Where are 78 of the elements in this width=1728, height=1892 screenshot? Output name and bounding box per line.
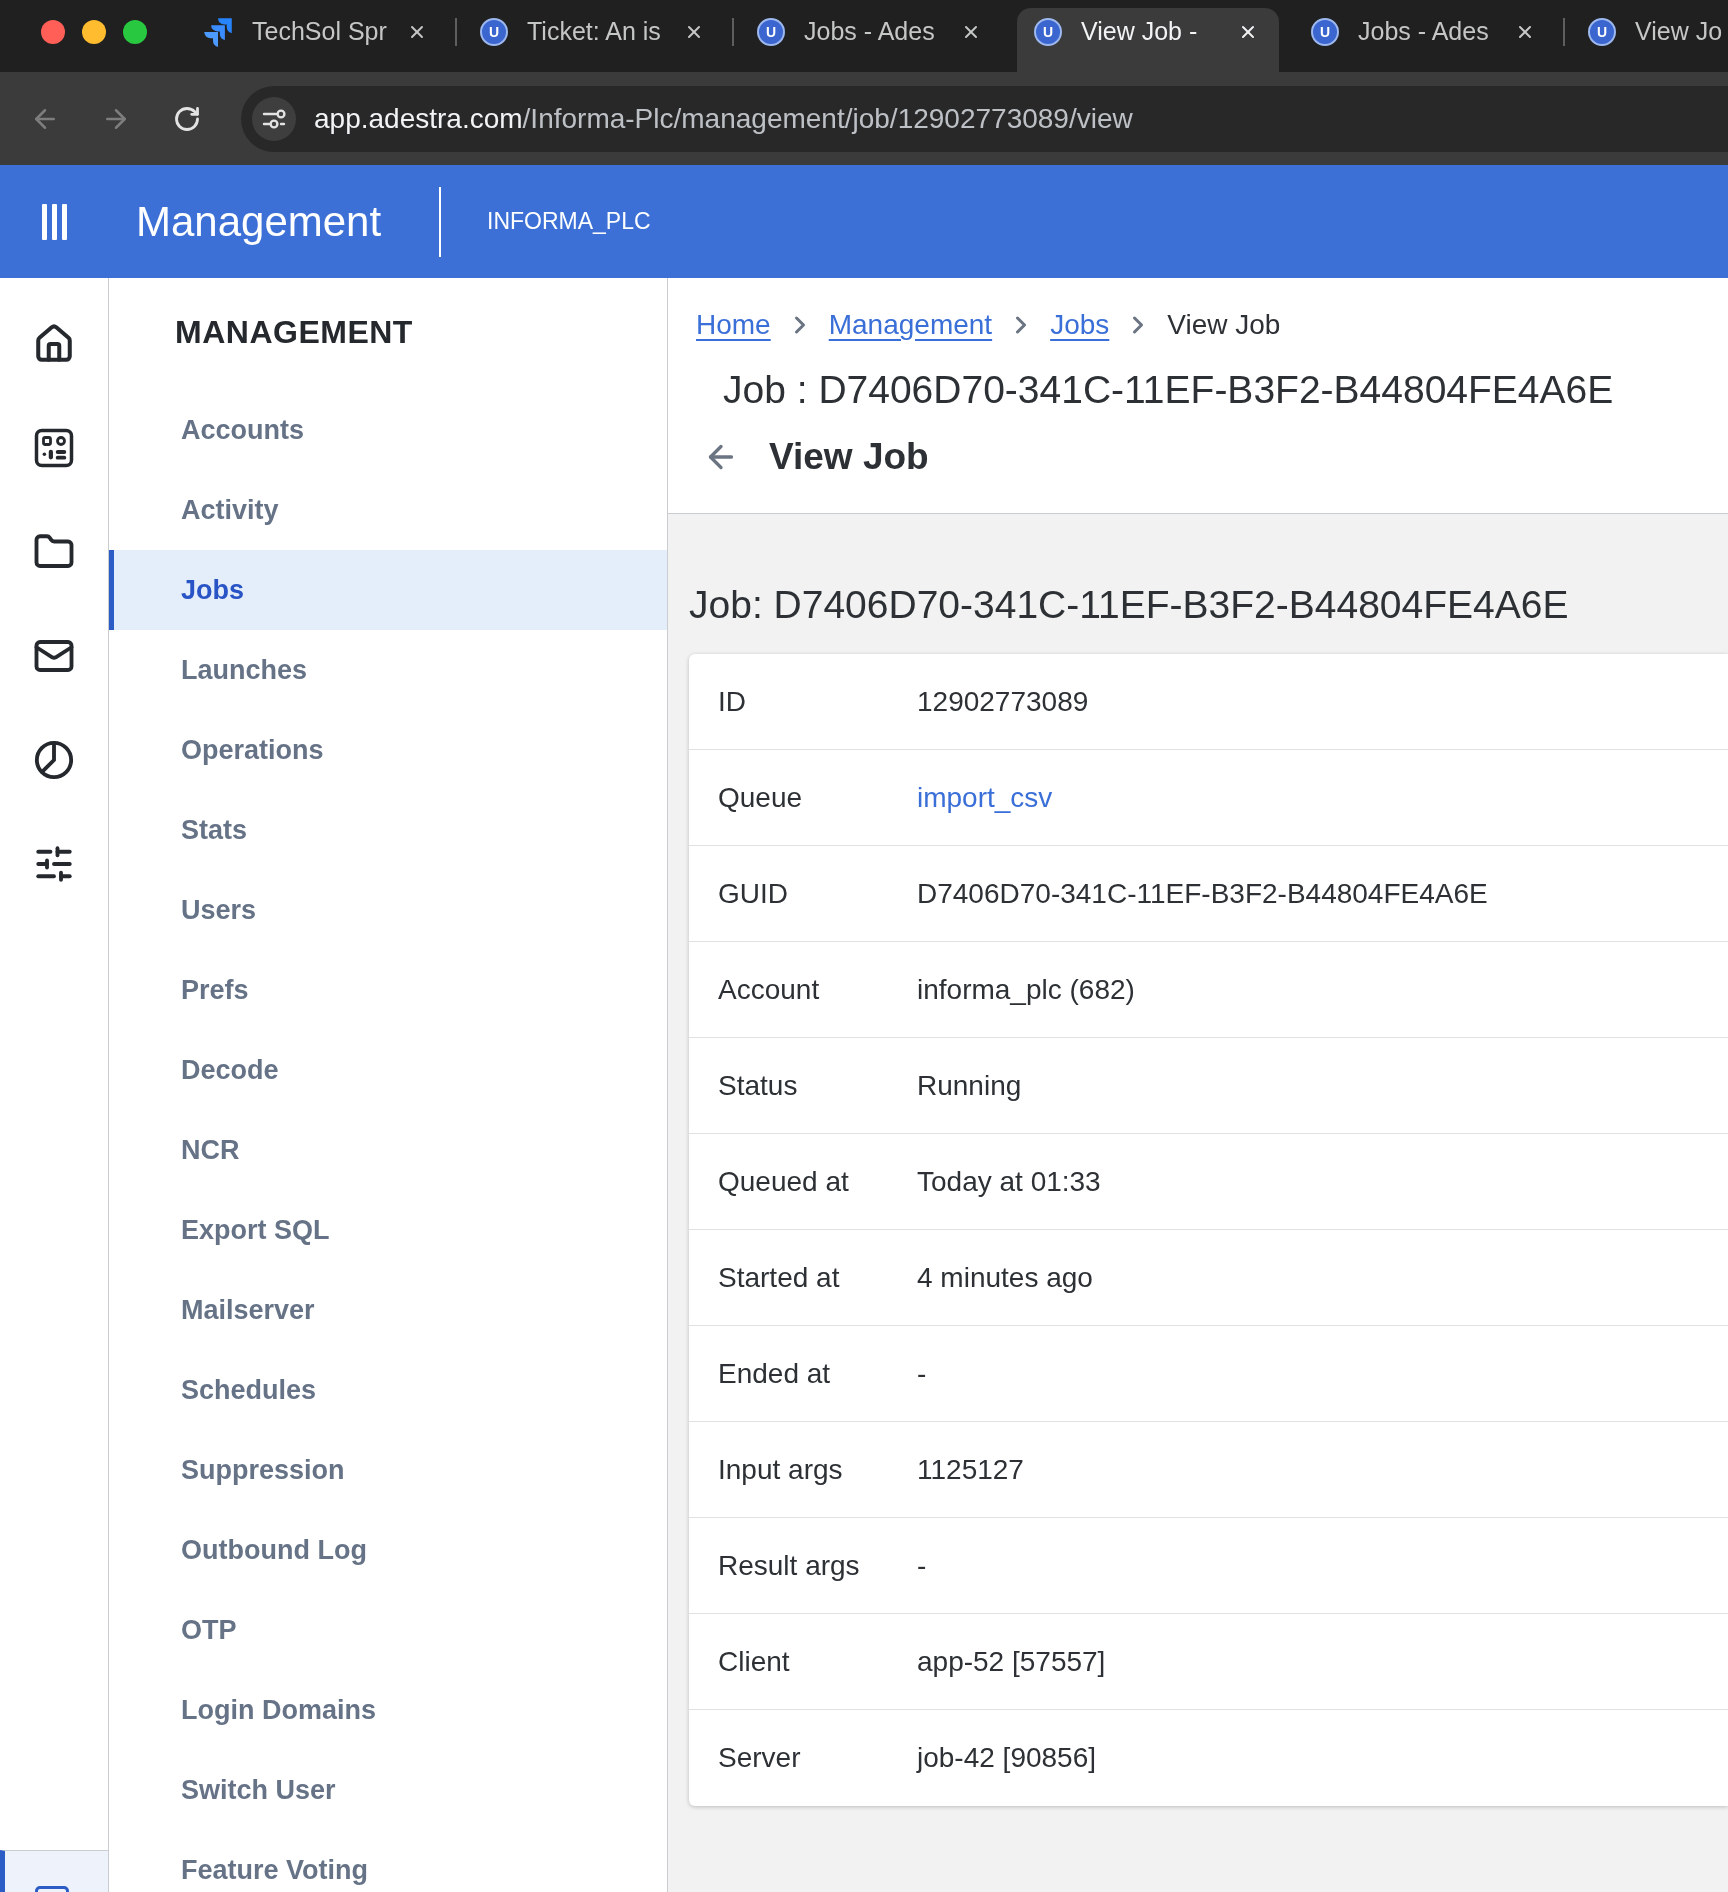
home-icon[interactable] — [33, 323, 75, 365]
detail-label: Result args — [718, 1549, 860, 1581]
page-title: Job : D7406D70-341C-11EF-B3F2-B44804FE4A6E — [723, 368, 1614, 411]
sidebar-item[interactable]: Operations — [109, 710, 667, 790]
sidebar-item[interactable]: Accounts — [109, 390, 667, 470]
detail-label: Client — [718, 1645, 790, 1677]
detail-label: Started at — [718, 1261, 840, 1293]
browser-tab[interactable]: U Jobs - Ades — [740, 8, 1002, 72]
breadcrumb-link[interactable]: Management — [828, 304, 993, 346]
sidebar-item[interactable]: Schedules — [109, 1350, 667, 1430]
sidebar-item[interactable]: Users — [109, 870, 667, 950]
sidebar-item[interactable]: Prefs — [109, 950, 667, 1030]
sidebar-heading: MANAGEMENT — [174, 313, 413, 352]
breadcrumb-current: View Job — [1167, 308, 1281, 342]
browser-tab[interactable]: U View Jo — [1571, 8, 1728, 72]
sidebar-item[interactable]: NCR — [109, 1110, 667, 1190]
sidebar-item[interactable]: Switch User — [109, 1750, 667, 1830]
detail-value: - — [917, 1548, 927, 1583]
sidebar-item[interactable]: Stats — [109, 790, 667, 870]
sidebar-item[interactable]: Export SQL — [109, 1190, 667, 1270]
detail-value: informa_plc (682) — [917, 972, 1135, 1007]
browser-tab[interactable]: U View Job - — [1017, 8, 1279, 72]
reload-icon[interactable] — [173, 104, 201, 133]
favicon-letter: U — [757, 18, 785, 46]
detail-link[interactable]: import_csv — [917, 776, 1053, 819]
breadcrumb-link[interactable]: Jobs — [1050, 304, 1110, 346]
arrows-logo-icon — [203, 17, 233, 47]
browser-tab[interactable]: TechSol Spr — [186, 8, 448, 72]
window-minimize-icon[interactable] — [82, 20, 106, 44]
detail-label: Queue — [718, 781, 803, 813]
detail-value: 4 minutes ago — [917, 1260, 1093, 1295]
browser-tab[interactable]: U Ticket: An is — [463, 8, 725, 72]
url-path: /Informa-Plc/management/job/12902773089/view — [522, 101, 1133, 136]
dashboard-icon[interactable] — [33, 427, 75, 469]
sidebar-item[interactable]: Mailserver — [109, 1270, 667, 1350]
sidebar-item[interactable]: Activity — [109, 470, 667, 550]
sidebar-item[interactable]: Suppression — [109, 1430, 667, 1510]
detail-label: Account — [718, 973, 820, 1005]
sidebar-item[interactable]: Login Domains — [109, 1670, 667, 1750]
detail-label: Queued at — [718, 1165, 849, 1197]
detail-label: GUID — [718, 877, 788, 909]
detail-value: 1125127 — [917, 1452, 1024, 1487]
detail-value: app-52 [57557] — [917, 1644, 1106, 1679]
sidebar-item[interactable]: Decode — [109, 1030, 667, 1110]
address-field[interactable]: app.adestra.com/Informa-Plc/management/job/12902773089/view — [241, 85, 1728, 152]
detail-label: Input args — [718, 1453, 843, 1485]
page-subtitle: View Job — [769, 435, 929, 480]
detail-value: 12902773089 — [917, 684, 1089, 719]
sidebar-item[interactable]: Launches — [109, 630, 667, 710]
detail-value: D7406D70-341C-11EF-B3F2-B44804FE4A6E — [917, 876, 1488, 911]
window-close-icon[interactable] — [41, 20, 65, 44]
detail-label: Status — [718, 1069, 798, 1101]
detail-label: Server — [718, 1742, 801, 1773]
detail-label: Ended at — [718, 1357, 831, 1389]
app-title: Management — [136, 198, 382, 245]
browser-tab[interactable]: U Jobs - Ades — [1294, 8, 1556, 72]
site-settings-icon[interactable] — [252, 96, 296, 141]
favicon-letter: U — [480, 18, 508, 46]
sidebar-item[interactable]: Outbound Log — [109, 1510, 667, 1590]
favicon-letter: U — [1034, 18, 1062, 46]
url-host: app.adestra.com — [314, 101, 523, 136]
favicon-letter: U — [1311, 18, 1339, 46]
detail-value: - — [917, 1356, 927, 1391]
sliders-icon[interactable] — [33, 843, 75, 885]
pie-chart-icon[interactable] — [33, 739, 75, 781]
sidebar-item[interactable]: OTP — [109, 1590, 667, 1670]
sidebar-item[interactable]: Jobs — [109, 550, 667, 630]
detail-label: ID — [718, 685, 746, 717]
details-heading: Job: D7406D70-341C-11EF-B3F2-B44804FE4A6E — [689, 581, 1569, 628]
sidebar-item[interactable]: Feature Voting — [109, 1830, 667, 1892]
window-zoom-icon[interactable] — [123, 20, 147, 44]
account-name: INFORMA_PLC — [487, 207, 651, 237]
detail-value: Today at 01:33 — [917, 1164, 1101, 1199]
menu-icon[interactable] — [42, 203, 67, 240]
favicon-letter: U — [1588, 18, 1616, 46]
breadcrumb-link[interactable]: Home — [696, 304, 771, 346]
detail-value: job-42 [90856] — [917, 1741, 1097, 1775]
detail-value: Running — [917, 1068, 1022, 1103]
